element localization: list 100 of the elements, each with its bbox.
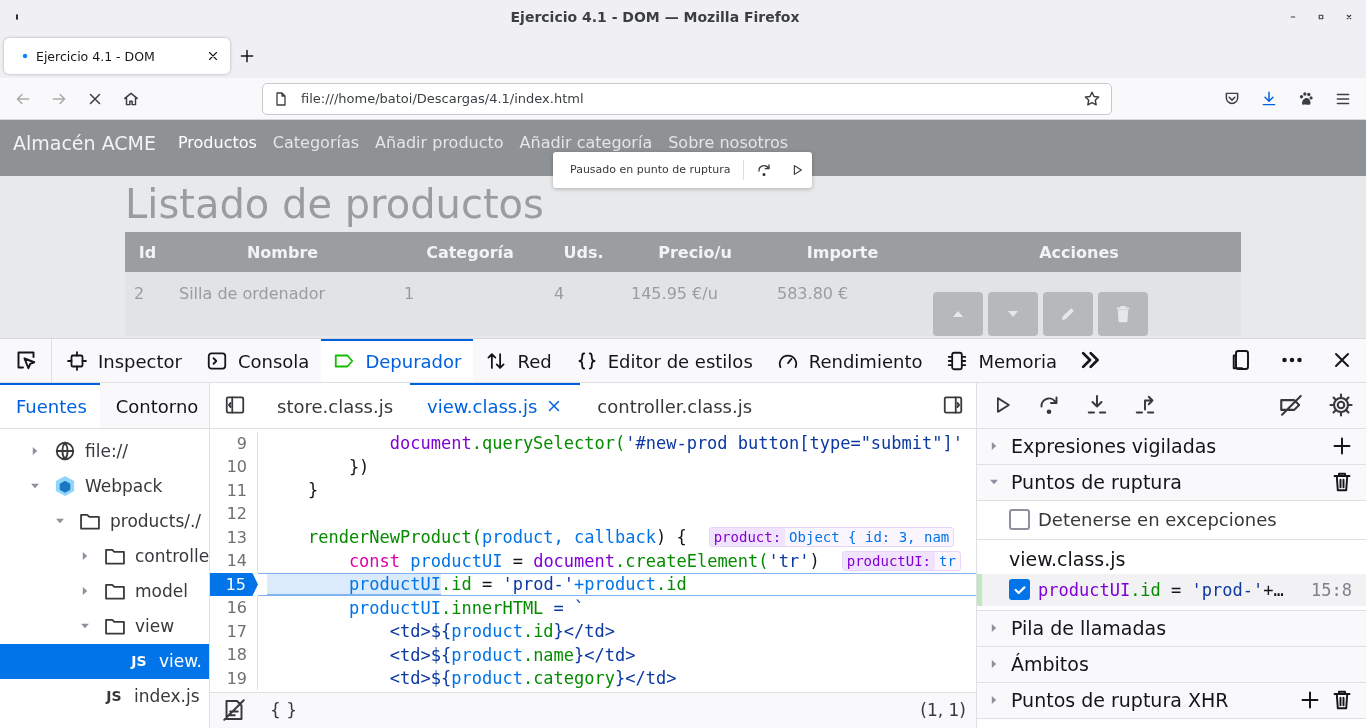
column-header: Precio/u [622,232,768,272]
star-icon[interactable] [1083,89,1101,108]
address-field[interactable]: file:///home/batoi/Descargas/4.1/index.html [262,82,1112,115]
devtools-tab[interactable]: Consola [193,338,322,382]
section-header[interactable]: Expresiones vigiladas [977,428,1366,464]
section-header[interactable]: Puntos de ruptura XHR [977,682,1366,718]
tree-item[interactable]: JS index.js [0,678,209,714]
cube-icon [54,475,76,498]
line-number[interactable]: 15 [210,572,258,597]
download-icon[interactable] [1260,89,1278,108]
file-type-label: JS [104,688,123,705]
breakpoint-item[interactable]: productUI.id = 'prod-'+… 15:8 [977,573,1366,606]
tree-item[interactable]: model [0,573,209,609]
code-line: }) [347,456,370,477]
close-icon[interactable] [206,49,220,63]
column-header: Importe [768,232,917,272]
line-number[interactable]: 18 [210,643,258,667]
chip-icon [66,350,88,373]
table-cell: 145.95 €/u [622,272,768,336]
table-cell: 1 [395,272,545,336]
code-line: document.querySelector('#new-prod button[type="submit"]' [388,433,963,454]
preview-label: product: [709,528,786,547]
breakpoint-code: productUI.id = 'prod-'+… [1038,579,1284,600]
url-text: file:///home/batoi/Descargas/4.1/index.html [301,91,585,106]
code-line: productUI.id = 'prod-'+product.id [267,574,687,595]
file-type-label: JS [129,653,148,670]
cursor-position: (1, 1) [920,700,966,721]
column-header: Acciones [917,232,1241,272]
code-line: <td>${product.name}</td> [388,644,636,665]
file-tab[interactable]: view.class.js [410,382,581,428]
section-title: Puntos de ruptura [1011,471,1182,494]
preview-value: tr [938,552,957,569]
tree-item[interactable]: file:// [0,433,209,469]
memory-icon [946,350,969,373]
line-number[interactable]: 19 [210,666,258,691]
checkbox[interactable] [1009,579,1030,601]
devtools-tab[interactable]: Memoria [934,338,1070,382]
globe-icon [54,440,76,463]
section-header[interactable]: Pila de llamadas [977,610,1366,646]
table-cell: 583.80 € [768,272,917,336]
breakpoint-location: 15:8 [1311,579,1352,600]
line-number[interactable]: 16 [210,596,258,620]
line-number[interactable]: 11 [210,478,258,503]
section-header[interactable]: Puntos de ruptura [977,464,1366,500]
settings-icon[interactable] [1328,392,1354,419]
tree-item[interactable]: controlle [0,538,209,574]
tree-item[interactable]: JS view. [0,643,209,679]
line-number[interactable]: 17 [210,619,258,644]
devtools-tab[interactable]: Inspector [54,338,194,382]
caret-up-icon [953,311,963,317]
panel-tab[interactable]: Fuentes [0,382,100,428]
table-cell: 4 [545,272,622,336]
table-cell: 2 [125,272,170,336]
tree-item[interactable]: view [0,608,209,644]
column-header: Id [125,232,170,272]
devtools-tab[interactable]: Editor de estilos [563,338,765,382]
code-line: productUI.innerHTML = ` [347,597,585,618]
breakpoint-file: view.class.js [1009,547,1126,570]
code-line: } [306,480,319,501]
code-line: const productUI = document.createElement('tr') [347,550,820,571]
column-header: Categoría [395,232,545,272]
checkbox[interactable] [1009,509,1030,531]
section-title: Ámbitos [1011,653,1089,676]
deactivate-breakpoints-icon[interactable] [1278,392,1304,419]
window-title: Ejercicio 4.1 - DOM — Mozilla Firefox [509,9,801,25]
line-number[interactable]: 12 [210,502,258,526]
devtools-tab[interactable]: Rendimiento [764,338,935,382]
table-cell: Silla de ordenador [170,272,395,336]
devtools-tab[interactable]: Depurador [321,338,474,382]
column-header: Uds. [545,232,622,272]
tree-item[interactable]: Webpack [0,468,209,504]
pretty-print-button[interactable]: { } [270,700,298,721]
blackbox-icon[interactable] [222,698,246,723]
section-header[interactable]: Ámbitos [977,646,1366,682]
panel-tab[interactable]: Contorno [99,382,209,428]
page-icon [273,90,289,107]
column-header: Nombre [170,232,395,272]
section-title: Puntos de ruptura XHR [1011,689,1229,712]
line-number[interactable]: 9 [210,431,258,456]
plus-icon[interactable] [238,47,256,65]
code-line: <td>${product.category}</td> [388,668,677,689]
browser-tab[interactable]: Ejercicio 4.1 - DOM [4,38,230,74]
caret-down-icon [1008,311,1018,317]
pause-message: Pausado en punto de ruptura [570,160,744,180]
preview-value: Object { id: 3, nam [788,529,951,546]
line-number[interactable]: 13 [210,525,258,550]
devtools-tab[interactable]: Red [473,338,564,382]
line-number[interactable]: 14 [210,549,258,573]
step-over-icon[interactable] [755,162,772,178]
section-title: Pila de llamadas [1011,617,1167,640]
code-line: renderNewProduct(product, callback) { [306,527,687,548]
file-tab[interactable]: store.class.js [260,382,411,428]
section-title: Expresiones vigiladas [1011,435,1217,458]
file-tab[interactable]: controller.class.js [580,382,770,428]
paw-icon[interactable] [1297,89,1315,108]
line-number[interactable]: 10 [210,455,258,479]
page-heading: Listado de productos [125,180,544,229]
code-line: <td>${product.id}</td> [388,621,616,642]
tree-item[interactable]: products/./ [0,503,209,539]
checkbox-label: Detenerse en excepciones [1038,509,1277,531]
